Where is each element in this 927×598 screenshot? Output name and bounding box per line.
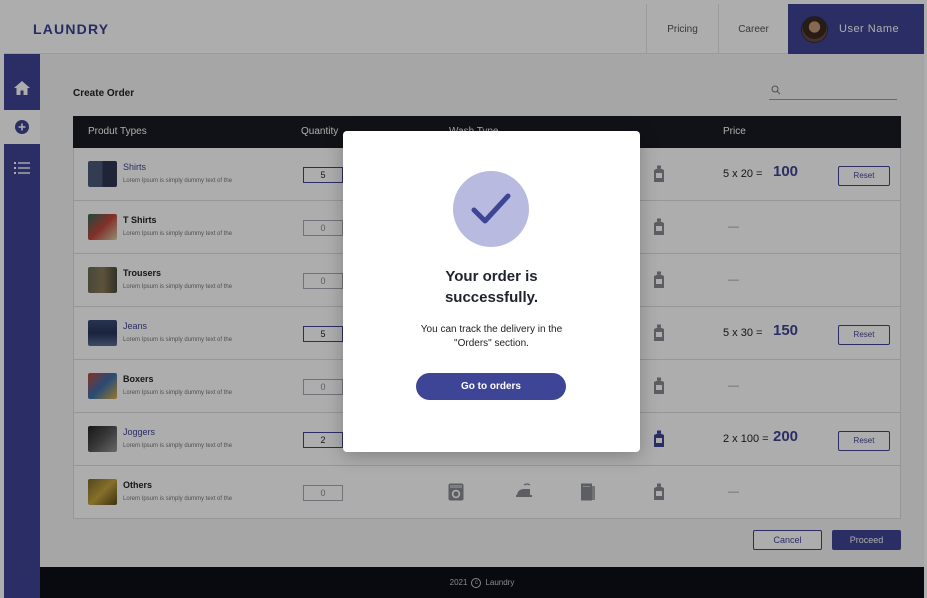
modal-message-line-1: You can track the delivery in the	[420, 324, 563, 335]
go-to-orders-button[interactable]: Go to orders	[416, 373, 566, 400]
checkmark-icon	[471, 193, 511, 224]
success-badge	[453, 171, 529, 247]
modal-message: You can track the delivery in the "Order…	[343, 323, 640, 351]
modal-message-line-2: "Orders" section.	[454, 338, 529, 349]
modal-title: Your order is successfully.	[343, 266, 640, 308]
order-success-modal: Your order is successfully. You can trac…	[343, 131, 640, 452]
modal-title-line-1: Your order is	[445, 268, 538, 285]
modal-title-line-2: successfully.	[444, 289, 539, 306]
